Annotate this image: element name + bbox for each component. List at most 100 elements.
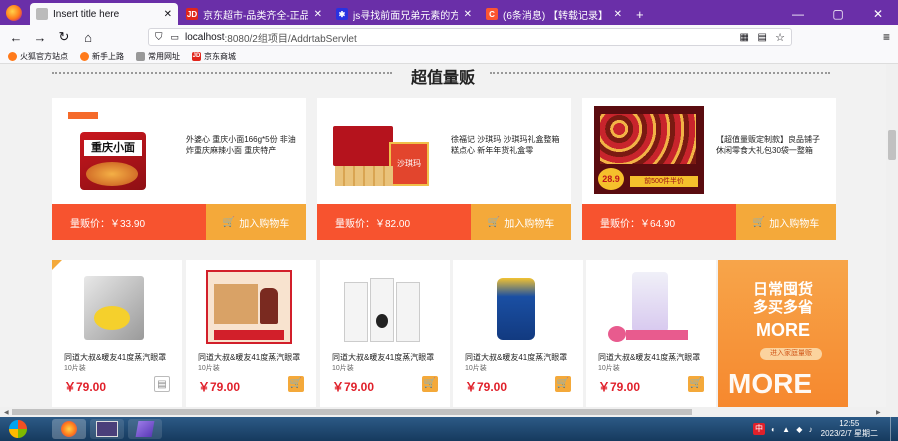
app-icon (96, 421, 118, 437)
url-bar[interactable]: ⛉ ▭ localhost:8080/2组项目/AddrtabServlet ▦… (148, 28, 792, 46)
product-image (70, 268, 158, 346)
price-sticker: 28.9 (598, 168, 624, 190)
folder-icon (136, 51, 145, 61)
tab-csdn[interactable]: C (6条消息) 【转载记录】JS/JQu ✕ (480, 3, 628, 25)
taskbar: 中 ◐ ▲ ◆ ♪ 12:55 2023/2/7 星期二 (0, 417, 898, 441)
featured-card[interactable]: 重庆小面 外婆心 重庆小面166g*5份 非油炸重庆麻辣小面 重庆特产 量贩价：… (52, 98, 306, 240)
start-button[interactable] (0, 417, 36, 441)
close-window-icon[interactable]: ✕ (858, 7, 898, 21)
featured-card[interactable]: 沙琪玛 徐福记 沙琪玛 沙琪玛礼盒整箱糕点心 新年年货礼盒零 量贩价：￥82.0… (317, 98, 571, 240)
product-image (604, 268, 692, 346)
scroll-left-arrow-icon[interactable]: ◀ (4, 409, 9, 416)
bag-shape (396, 282, 420, 342)
gift-box-shape (333, 126, 393, 166)
tab-title: (6条消息) 【转载记录】JS/JQu (503, 10, 608, 22)
reload-icon[interactable]: ↻ (52, 29, 76, 45)
close-icon[interactable]: ✕ (164, 9, 172, 20)
cart-icon: 🛒 (222, 216, 236, 228)
bookmark-common-sites[interactable]: 常用网址 (136, 51, 180, 62)
clock[interactable]: 12:55 2023/2/7 星期二 (821, 419, 878, 439)
back-arrow-icon[interactable]: ← (4, 30, 28, 45)
firefox-icon[interactable] (6, 5, 22, 21)
tab-bar: Insert title here ✕ JD 京东超市-品类齐全-正品行货- ✕… (0, 0, 898, 25)
minimize-icon[interactable]: — (778, 7, 818, 21)
product-image (338, 268, 426, 346)
close-icon[interactable]: ✕ (464, 9, 472, 20)
close-icon[interactable]: ✕ (614, 9, 622, 20)
new-tab-button[interactable]: + (630, 3, 650, 25)
cartoon-face-shape (94, 306, 130, 330)
enter-family-bulk-button[interactable]: 进入家庭量贩 (760, 348, 822, 360)
cart-icon[interactable]: 🛒 (288, 376, 304, 392)
product-name: 同道大叔&暖友41度蒸汽眼罩 (598, 353, 701, 362)
firefox-icon (80, 51, 89, 61)
product-card[interactable]: 同道大叔&暖友41度蒸汽眼罩 10片装 ￥79.00 ▤ (52, 260, 182, 407)
bookmark-star-icon[interactable]: ☆ (775, 31, 785, 44)
clock-time: 12:55 (839, 419, 860, 428)
page-icon (36, 8, 48, 20)
product-card[interactable]: 同道大叔&暖友41度蒸汽眼罩 10片装 ￥79.00 🛒 (186, 260, 316, 407)
tray-icons[interactable]: ◐ ▲ ◆ ♪ (771, 425, 815, 434)
noodle-bowl-shape (86, 162, 138, 186)
formula-can-shape (497, 278, 535, 340)
product-name: 同道大叔&暖友41度蒸汽眼罩 (198, 353, 301, 362)
cart-icon[interactable]: 🛒 (688, 376, 704, 392)
promo-strip (626, 330, 688, 340)
vertical-scrollbar[interactable] (886, 64, 898, 407)
horizontal-scrollbar[interactable]: ◀ ▶ (0, 407, 898, 417)
bookmark-firefox-site[interactable]: 火狐官方站点 (8, 51, 68, 62)
taskbar-app-3[interactable] (128, 419, 162, 439)
url-path: :8080/2组项目/AddrtabServlet (224, 33, 357, 45)
product-card[interactable]: 同道大叔&暖友41度蒸汽眼罩 10片装 ￥79.00 🛒 (586, 260, 716, 407)
menu-icon[interactable]: ≡ (883, 30, 890, 44)
scroll-thumb[interactable] (12, 409, 692, 415)
add-to-cart-button[interactable]: 🛒 加入购物车 (206, 204, 306, 240)
scroll-right-arrow-icon[interactable]: ▶ (876, 409, 881, 416)
bookmarks-toolbar: 火狐官方站点 新手上路 常用网址 JD 京东商城 (0, 49, 898, 64)
close-icon[interactable]: ✕ (314, 9, 322, 20)
ime-icon[interactable]: 中 (753, 423, 766, 435)
forward-arrow-icon[interactable]: → (28, 30, 52, 45)
product-card[interactable]: 同道大叔&暖友41度蒸汽眼罩 10片装 ￥79.00 🛒 (320, 260, 450, 407)
taskbar-firefox[interactable] (52, 419, 86, 439)
price-sticker (608, 326, 626, 342)
csdn-icon: C (486, 8, 498, 20)
product-image: 沙琪玛 (329, 106, 439, 194)
bookmark-getting-started[interactable]: 新手上路 (80, 51, 124, 62)
reader-view-icon[interactable]: ▤ (758, 32, 767, 43)
show-desktop-button[interactable] (890, 417, 898, 441)
tab-jd[interactable]: JD 京东超市-品类齐全-正品行货- ✕ (180, 3, 328, 25)
cat-silhouette-shape (376, 314, 388, 328)
qr-code-icon[interactable]: ▦ (740, 32, 749, 43)
baidu-paw-icon: ✱ (336, 8, 348, 20)
bulk-price: 量贩价：￥33.90 (70, 218, 146, 230)
bag-shape (370, 278, 394, 342)
cart-icon[interactable]: 🛒 (555, 376, 571, 392)
bulk-price: 量贩价：￥64.90 (600, 218, 676, 230)
cart-icon[interactable]: ▤ (154, 376, 170, 392)
jd-icon: JD (192, 51, 201, 61)
scroll-thumb[interactable] (888, 130, 896, 160)
product-image: 28.9 前500件半价 (594, 106, 704, 194)
home-icon[interactable]: ⌂ (76, 30, 100, 45)
tab-insert-title[interactable]: Insert title here ✕ (30, 3, 178, 25)
cart-icon[interactable]: 🛒 (422, 376, 438, 392)
section-title: 超值量贩 (410, 70, 475, 87)
product-card[interactable]: 同道大叔&暖友41度蒸汽眼罩 10片装 ￥79.00 🛒 (453, 260, 583, 407)
banner-strip (214, 330, 284, 340)
add-to-cart-button[interactable]: 🛒 加入购物车 (471, 204, 571, 240)
bag-shape (344, 282, 368, 342)
tab-title: js寻找前面兄弟元素的方法_百度 (353, 10, 458, 22)
product-price: ￥79.00 (598, 380, 641, 394)
windows-logo-icon (9, 420, 27, 438)
add-to-cart-button[interactable]: 🛒 加入购物车 (736, 204, 836, 240)
bulk-price: 量贩价：￥82.00 (335, 218, 411, 230)
product-price: ￥79.00 (64, 380, 107, 394)
bookmark-jd[interactable]: JD 京东商城 (192, 51, 236, 62)
promo-banner[interactable]: 日常囤货 多买多省 MORE 进入家庭量贩 MORE (718, 260, 848, 407)
app-icon (135, 421, 155, 437)
tab-baidu[interactable]: ✱ js寻找前面兄弟元素的方法_百度 ✕ (330, 3, 478, 25)
featured-card[interactable]: 28.9 前500件半价 【超值量贩定制款】良品铺子 休闲零食大礼包30袋一整箱… (582, 98, 836, 240)
maximize-icon[interactable]: ▢ (818, 7, 858, 21)
taskbar-app-2[interactable] (90, 419, 124, 439)
